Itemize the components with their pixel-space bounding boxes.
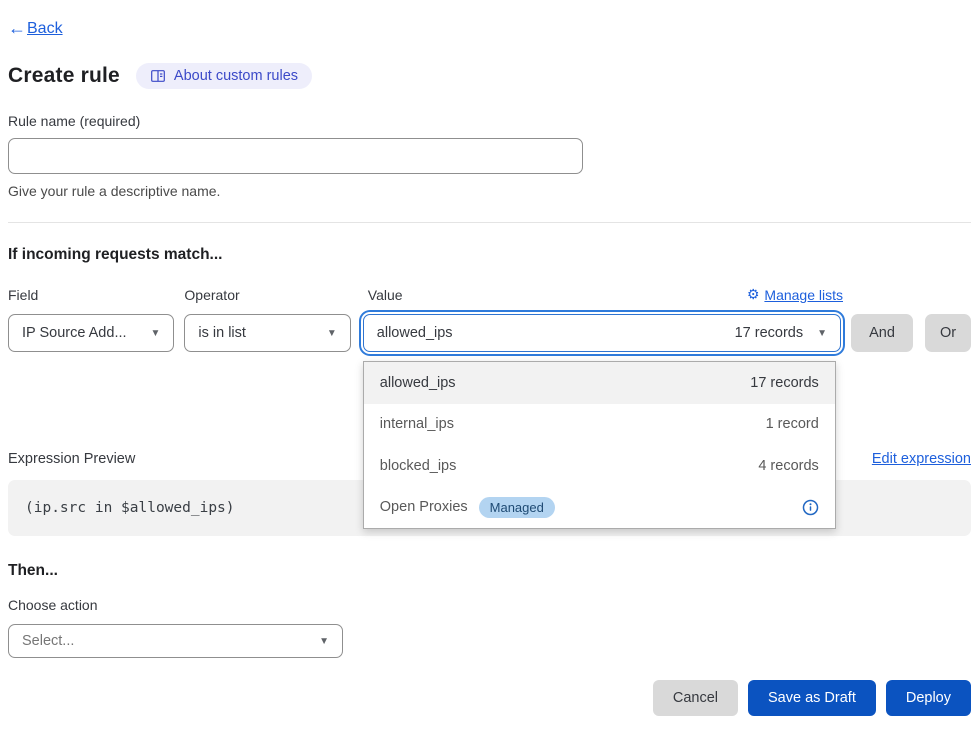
or-button[interactable]: Or	[925, 314, 971, 352]
section-divider	[8, 222, 971, 223]
action-select-placeholder: Select...	[22, 633, 74, 649]
list-name: Open Proxies	[380, 499, 468, 515]
match-section-heading: If incoming requests match...	[8, 246, 971, 264]
info-icon[interactable]	[802, 499, 819, 516]
cancel-button[interactable]: Cancel	[653, 680, 738, 716]
list-record-count: 17 records	[750, 375, 819, 391]
value-select[interactable]: allowed_ips 17 records ▼	[363, 314, 841, 352]
managed-badge: Managed	[479, 497, 555, 518]
manage-lists-label[interactable]: Manage lists	[764, 287, 843, 303]
expression-code-text: (ip.src in $allowed_ips)	[25, 500, 235, 516]
chevron-down-icon: ▼	[327, 328, 337, 339]
operator-select[interactable]: is in list ▼	[184, 314, 350, 352]
rule-name-label: Rule name (required)	[8, 113, 971, 129]
gear-icon: ⚙	[747, 286, 760, 303]
list-name: blocked_ips	[380, 458, 457, 474]
dropdown-item-blocked-ips[interactable]: blocked_ips 4 records	[364, 445, 835, 487]
deploy-button[interactable]: Deploy	[886, 680, 971, 716]
list-record-count: 1 record	[766, 416, 819, 432]
chevron-down-icon: ▼	[319, 636, 329, 647]
rule-name-helper-text: Give your rule a descriptive name.	[8, 183, 971, 199]
field-select-value: IP Source Add...	[22, 325, 127, 341]
chevron-down-icon: ▼	[150, 328, 160, 339]
andor-buttons: And Or	[843, 314, 971, 352]
footer-actions: Cancel Save as Draft Deploy	[8, 680, 971, 716]
dropdown-item-open-proxies[interactable]: Open Proxies Managed	[364, 487, 835, 529]
value-column: Value ⚙ Manage lists allowed_ips 17 reco…	[361, 287, 843, 352]
list-name: allowed_ips	[380, 375, 456, 391]
edit-expression-link[interactable]: Edit expression	[872, 451, 971, 467]
back-link[interactable]: ← Back	[8, 18, 63, 39]
value-select-meta: 17 records	[735, 325, 804, 341]
dropdown-item-allowed-ips[interactable]: allowed_ips 17 records	[364, 362, 835, 404]
dropdown-item-internal-ips[interactable]: internal_ips 1 record	[364, 404, 835, 446]
value-label: Value	[368, 287, 403, 303]
list-name: internal_ips	[380, 416, 454, 432]
back-link-label[interactable]: Back	[27, 20, 63, 38]
expression-preview-label: Expression Preview	[8, 451, 135, 467]
operator-column: Operator is in list ▼	[184, 287, 350, 352]
value-select-value: allowed_ips	[377, 325, 453, 341]
field-select[interactable]: IP Source Add... ▼	[8, 314, 174, 352]
field-label: Field	[8, 287, 38, 303]
value-dropdown-menu: allowed_ips 17 records internal_ips 1 re…	[363, 361, 836, 529]
about-custom-rules-label: About custom rules	[174, 68, 298, 84]
list-record-count: 4 records	[758, 458, 818, 474]
action-select[interactable]: Select... ▼	[8, 624, 343, 658]
operator-select-value: is in list	[198, 325, 246, 341]
page-title: Create rule	[8, 64, 120, 88]
create-rule-page: ← Back Create rule About custom rules Ru…	[0, 0, 979, 716]
save-as-draft-button[interactable]: Save as Draft	[748, 680, 876, 716]
operator-label: Operator	[184, 287, 239, 303]
then-heading: Then...	[8, 562, 971, 580]
back-arrow-icon: ←	[8, 18, 26, 39]
choose-action-label: Choose action	[8, 597, 971, 613]
title-row: Create rule About custom rules	[8, 63, 971, 89]
condition-row: Field IP Source Add... ▼ Operator is in …	[8, 287, 971, 352]
field-column: Field IP Source Add... ▼	[8, 287, 174, 352]
chevron-down-icon: ▼	[817, 328, 827, 339]
book-icon	[150, 68, 166, 84]
rule-name-input[interactable]	[8, 138, 583, 174]
manage-lists-link[interactable]: ⚙ Manage lists	[747, 286, 843, 303]
and-button[interactable]: And	[851, 314, 913, 352]
about-custom-rules-link[interactable]: About custom rules	[136, 63, 312, 89]
